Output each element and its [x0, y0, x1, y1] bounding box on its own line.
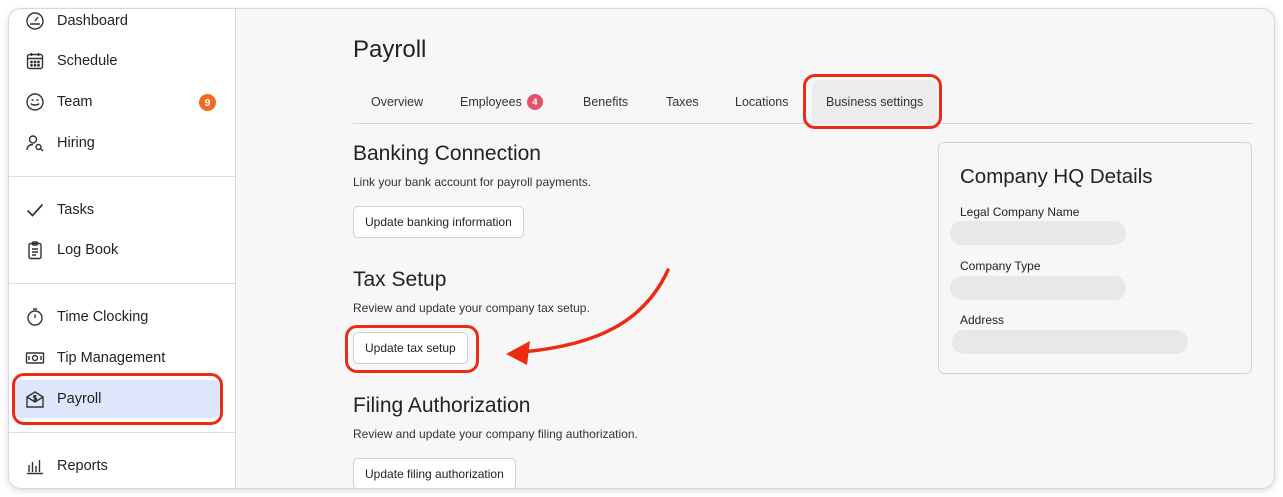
sidebar-item-hiring[interactable]: Hiring — [13, 124, 221, 162]
sidebar-item-payroll[interactable]: Payroll — [13, 380, 221, 418]
app-window: Dashboard Schedule Team 9 Hiring Tasks L… — [9, 9, 1274, 488]
payroll-envelope-icon — [25, 389, 45, 409]
sidebar-item-label: Reports — [57, 458, 108, 474]
dashboard-gauge-icon — [25, 11, 45, 31]
filing-authorization-description: Review and update your company filing au… — [353, 427, 638, 441]
tab-label: Business settings — [826, 95, 924, 109]
tax-setup-title: Tax Setup — [353, 268, 447, 291]
sidebar-divider — [9, 283, 235, 284]
employees-count-badge: 4 — [526, 94, 543, 110]
address-label: Address — [960, 313, 1005, 327]
sidebar-item-label: Log Book — [57, 242, 119, 258]
tab-label: Overview — [371, 95, 424, 109]
banking-connection-description: Link your bank account for payroll payme… — [353, 175, 592, 189]
checkmark-icon — [25, 200, 45, 220]
sidebar-item-label: Time Clocking — [57, 309, 149, 325]
sidebar-item-tip-management[interactable]: Tip Management — [13, 339, 221, 377]
stopwatch-icon — [25, 307, 45, 327]
tab-label: Taxes — [666, 95, 699, 109]
tab-overview[interactable]: Overview — [371, 80, 423, 124]
tab-label: Locations — [735, 95, 789, 109]
sidebar-item-team[interactable]: Team 9 — [13, 83, 221, 121]
calendar-icon — [25, 51, 45, 71]
tab-locations[interactable]: Locations — [735, 80, 789, 124]
filing-authorization-title: Filing Authorization — [353, 394, 531, 417]
sidebar-item-dashboard[interactable]: Dashboard — [13, 9, 221, 40]
sidebar-item-label: Schedule — [57, 53, 118, 69]
clipboard-icon — [25, 240, 45, 260]
sidebar-item-reports[interactable]: Reports — [13, 447, 221, 485]
team-count-badge: 9 — [199, 94, 216, 111]
sidebar-item-time-clocking[interactable]: Time Clocking — [13, 298, 221, 336]
sidebar-divider — [9, 176, 235, 177]
company-type-label: Company Type — [960, 259, 1041, 273]
bar-chart-icon — [25, 456, 45, 476]
person-search-icon — [25, 133, 45, 153]
tab-bar: Overview Employees 4 Benefits Taxes Loca… — [353, 80, 1253, 124]
sidebar: Dashboard Schedule Team 9 Hiring Tasks L… — [9, 9, 236, 488]
sidebar-item-label: Team — [57, 94, 93, 110]
update-filing-authorization-button[interactable]: Update filing authorization — [353, 458, 516, 488]
main-content: Payroll Overview Employees 4 Benefits Ta… — [236, 9, 1274, 488]
update-tax-setup-button[interactable]: Update tax setup — [353, 332, 468, 364]
smiley-face-icon — [25, 92, 45, 112]
tab-taxes[interactable]: Taxes — [666, 80, 699, 124]
tab-business-settings[interactable]: Business settings — [812, 80, 938, 124]
tax-setup-description: Review and update your company tax setup… — [353, 301, 590, 315]
page-title: Payroll — [353, 36, 427, 63]
legal-company-name-label: Legal Company Name — [960, 205, 1080, 219]
sidebar-item-schedule[interactable]: Schedule — [13, 42, 221, 80]
sidebar-item-label: Tasks — [57, 202, 95, 218]
sidebar-divider — [9, 432, 235, 433]
tab-benefits[interactable]: Benefits — [583, 80, 628, 124]
sidebar-item-tasks[interactable]: Tasks — [13, 191, 221, 229]
company-hq-card: Company HQ Details Legal Company Name Co… — [938, 142, 1252, 374]
cash-icon — [25, 348, 45, 368]
tab-employees[interactable]: Employees 4 — [460, 80, 543, 124]
sidebar-item-label: Payroll — [57, 391, 102, 407]
address-value — [952, 330, 1188, 354]
banking-connection-title: Banking Connection — [353, 142, 541, 165]
sidebar-item-label: Hiring — [57, 135, 95, 151]
sidebar-item-log-book[interactable]: Log Book — [13, 231, 221, 269]
company-hq-title: Company HQ Details — [960, 165, 1153, 188]
update-banking-button[interactable]: Update banking information — [353, 206, 524, 238]
legal-company-name-value — [950, 221, 1126, 245]
sidebar-item-label: Tip Management — [57, 350, 166, 366]
company-type-value — [950, 276, 1126, 300]
tab-label: Employees — [460, 95, 522, 109]
sidebar-item-label: Dashboard — [57, 13, 128, 29]
tab-label: Benefits — [583, 95, 629, 109]
